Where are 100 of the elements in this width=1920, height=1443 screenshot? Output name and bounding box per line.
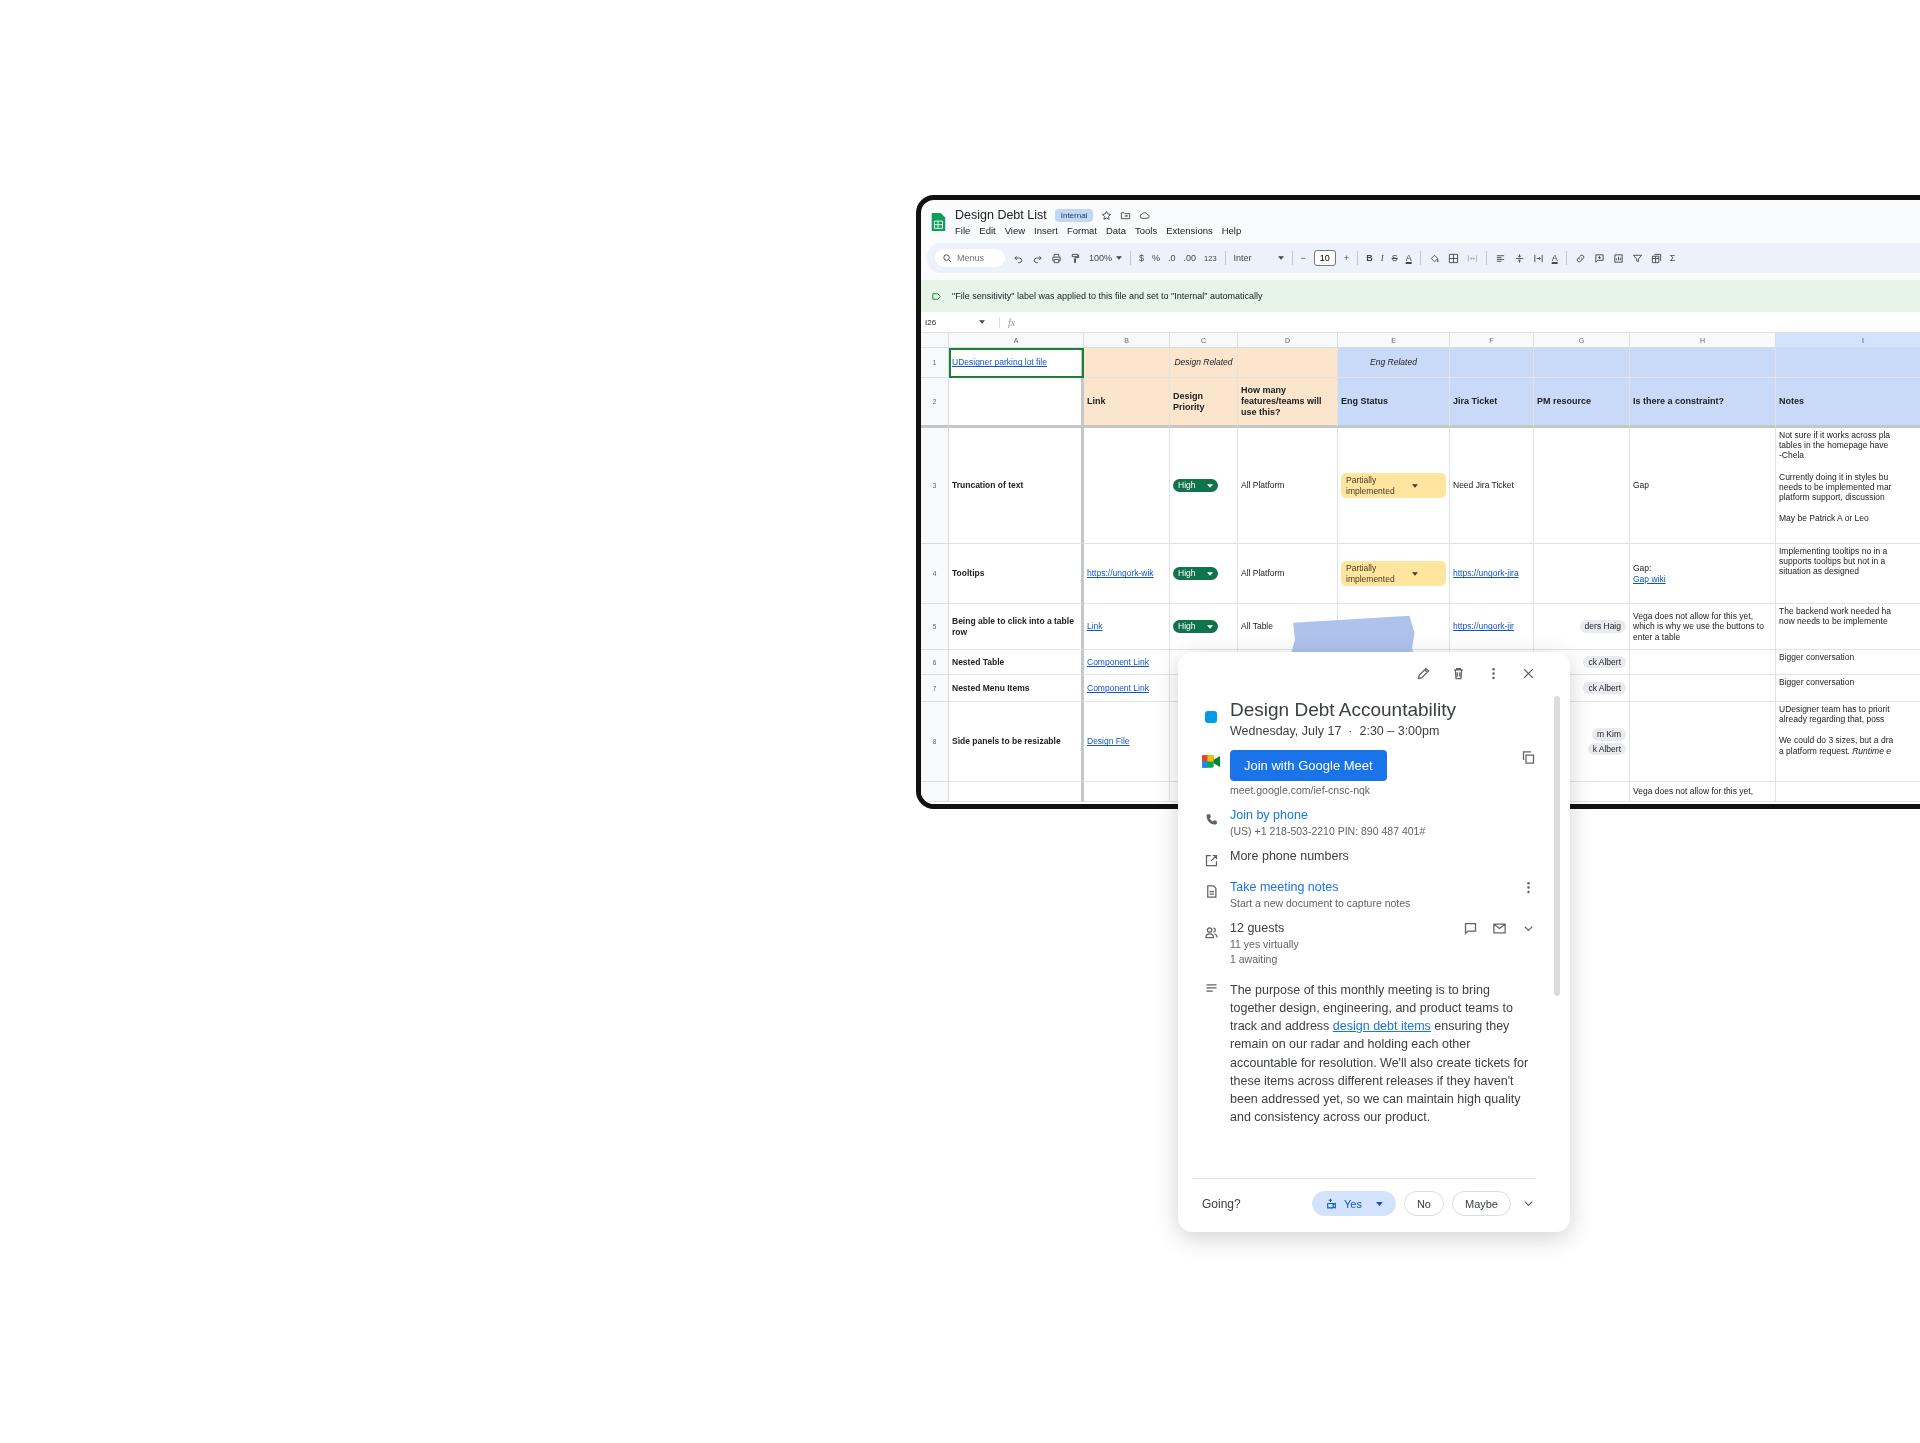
priority-chip[interactable]: High bbox=[1173, 567, 1219, 580]
caret-icon[interactable] bbox=[1412, 483, 1418, 488]
decrease-font-button[interactable]: − bbox=[1300, 253, 1306, 263]
decrease-decimals-button[interactable]: .0 bbox=[1168, 253, 1176, 263]
join-meeting-button[interactable]: Join with Google Meet bbox=[1230, 750, 1387, 781]
comment-icon[interactable] bbox=[1593, 252, 1605, 264]
status-chip[interactable]: Partially implemented bbox=[1341, 473, 1446, 498]
menu-item[interactable]: File bbox=[955, 225, 971, 236]
italic-button[interactable]: I bbox=[1380, 253, 1384, 263]
caret-icon[interactable] bbox=[1207, 624, 1214, 629]
scrollbar[interactable] bbox=[1554, 696, 1560, 996]
more-phone-numbers-link[interactable]: More phone numbers bbox=[1230, 849, 1349, 863]
menu-item[interactable]: Extensions bbox=[1166, 225, 1213, 236]
person-chip[interactable]: ders Haig bbox=[1579, 620, 1626, 633]
folder-icon[interactable] bbox=[1120, 209, 1132, 221]
caret-icon[interactable] bbox=[979, 320, 985, 324]
menu-item[interactable]: View bbox=[1004, 225, 1026, 236]
rsvp-button[interactable]: Yes bbox=[1311, 1191, 1396, 1216]
sheets-logo-icon[interactable] bbox=[929, 211, 947, 233]
cloud-icon[interactable] bbox=[1139, 209, 1151, 221]
print-icon[interactable] bbox=[1051, 252, 1062, 264]
chat-icon[interactable] bbox=[1463, 921, 1478, 936]
strikethrough-button[interactable]: S bbox=[1391, 253, 1398, 263]
row-title: Side panels to be resizable bbox=[949, 702, 1084, 782]
cell-link[interactable]: Component Link bbox=[1087, 656, 1149, 668]
menu-item[interactable]: Data bbox=[1105, 225, 1127, 236]
zoom-select[interactable]: 100% bbox=[1089, 253, 1113, 263]
vertical-align-icon[interactable] bbox=[1513, 252, 1525, 264]
person-chip[interactable]: ck Albert bbox=[1583, 655, 1626, 669]
note-text: The backend work needed ha now needs to be implemente bbox=[1779, 606, 1891, 627]
font-select[interactable]: Inter bbox=[1233, 253, 1274, 263]
borders-icon[interactable] bbox=[1447, 252, 1459, 264]
cell-link[interactable]: https://ungork-jira bbox=[1453, 568, 1519, 579]
priority-chip[interactable]: High bbox=[1173, 479, 1219, 492]
label-icon bbox=[931, 290, 942, 302]
copy-icon[interactable] bbox=[1521, 750, 1536, 765]
caret-icon[interactable] bbox=[1207, 483, 1214, 488]
chart-icon[interactable] bbox=[1612, 252, 1624, 264]
attendance-icon[interactable] bbox=[1324, 1197, 1338, 1210]
text-rotation-button[interactable]: A bbox=[1551, 253, 1558, 263]
cell-link[interactable]: Gap wiki bbox=[1633, 573, 1666, 584]
paint-roller-icon[interactable] bbox=[1070, 252, 1081, 264]
menu-item[interactable]: Format bbox=[1066, 225, 1097, 236]
star-icon[interactable] bbox=[1101, 209, 1113, 221]
guest-status: 1 awaiting bbox=[1230, 953, 1278, 965]
sensitivity-badge[interactable]: Internal bbox=[1054, 208, 1094, 222]
caret-icon[interactable] bbox=[1277, 256, 1284, 260]
align-icon[interactable] bbox=[1494, 252, 1506, 264]
table-cell: All Platform bbox=[1238, 428, 1338, 544]
table-icon[interactable] bbox=[1650, 252, 1662, 264]
menu-item[interactable]: Edit bbox=[979, 225, 996, 236]
priority-chip[interactable]: High bbox=[1173, 620, 1219, 633]
join-by-phone-link[interactable]: Join by phone bbox=[1230, 808, 1308, 822]
menu-item[interactable]: Tools bbox=[1135, 225, 1158, 236]
increase-font-button[interactable]: + bbox=[1343, 253, 1350, 263]
rsvp-button[interactable]: Maybe bbox=[1451, 1191, 1511, 1216]
search-field[interactable]: Menus bbox=[935, 249, 1005, 267]
event-description: The purpose of this monthly meeting is to bring together design, engineering, and product teams to track and address design debt items ensuring they remain on our radar and holding each other accountable for resolution. We'll also create tickets for these items across different releases if they haven't been addressed yet, so we can maintain high quality and consistency across our product. bbox=[1230, 982, 1530, 1126]
currency-button[interactable]: $ bbox=[1139, 253, 1145, 263]
cell-link[interactable]: https://ungork-jir bbox=[1453, 621, 1514, 632]
caret-icon[interactable] bbox=[1207, 571, 1214, 576]
person-chip[interactable]: k Albert bbox=[1587, 742, 1626, 755]
table-cell: Vega does not allow for this yet, bbox=[1630, 782, 1776, 802]
edit-icon[interactable] bbox=[1416, 666, 1431, 681]
caret-icon[interactable] bbox=[1116, 256, 1123, 260]
table-cell: All Platform bbox=[1238, 544, 1338, 604]
functions-button[interactable]: Σ bbox=[1669, 253, 1676, 263]
caret-icon[interactable] bbox=[1412, 571, 1418, 576]
cell-link[interactable]: Link bbox=[1087, 621, 1103, 632]
note-text: Implementing tooltips no in a supports tooltips but not in a situation as designed bbox=[1779, 546, 1888, 577]
increase-decimals-button[interactable]: .00 bbox=[1183, 253, 1197, 263]
menu-item[interactable]: Help bbox=[1221, 225, 1242, 236]
caret-icon[interactable] bbox=[1375, 1201, 1383, 1206]
link-icon[interactable] bbox=[1574, 252, 1586, 264]
percent-button[interactable]: % bbox=[1152, 253, 1161, 263]
description-link[interactable]: design debt items bbox=[1332, 1019, 1431, 1034]
text-wrap-icon[interactable] bbox=[1532, 252, 1544, 264]
document-title[interactable]: Design Debt List bbox=[955, 208, 1047, 222]
person-chip[interactable]: m Kim bbox=[1591, 728, 1626, 741]
meeting-notes-link[interactable]: Take meeting notes bbox=[1230, 880, 1339, 894]
mail-icon[interactable] bbox=[1492, 921, 1507, 936]
filter-icon[interactable] bbox=[1631, 252, 1643, 264]
fill-bucket-icon[interactable] bbox=[1428, 252, 1440, 264]
cell-link[interactable]: Component Link bbox=[1087, 682, 1149, 694]
font-size-field[interactable]: 10 bbox=[1313, 250, 1336, 266]
person-chip[interactable]: ck Albert bbox=[1583, 681, 1626, 695]
guest-status: 11 yes virtually bbox=[1230, 938, 1299, 950]
cell-link[interactable]: Design File bbox=[1087, 736, 1130, 747]
menu-item[interactable]: Insert bbox=[1034, 225, 1058, 236]
delete-icon[interactable] bbox=[1451, 666, 1466, 681]
close-icon[interactable] bbox=[1521, 666, 1536, 681]
text-color-button[interactable]: A bbox=[1405, 253, 1412, 263]
status-chip[interactable]: Partially implemented bbox=[1341, 561, 1446, 586]
bold-button[interactable]: B bbox=[1366, 253, 1373, 263]
cell-link[interactable]: https://ungork-wik bbox=[1087, 568, 1154, 579]
rsvp-button[interactable]: No bbox=[1403, 1191, 1444, 1216]
cell-link[interactable]: UDesigner parking lot file bbox=[952, 357, 1047, 368]
cell-reference[interactable]: I26 bbox=[925, 317, 973, 327]
row-number[interactable] bbox=[921, 782, 949, 802]
guest-count[interactable]: 12 guests bbox=[1230, 921, 1285, 935]
